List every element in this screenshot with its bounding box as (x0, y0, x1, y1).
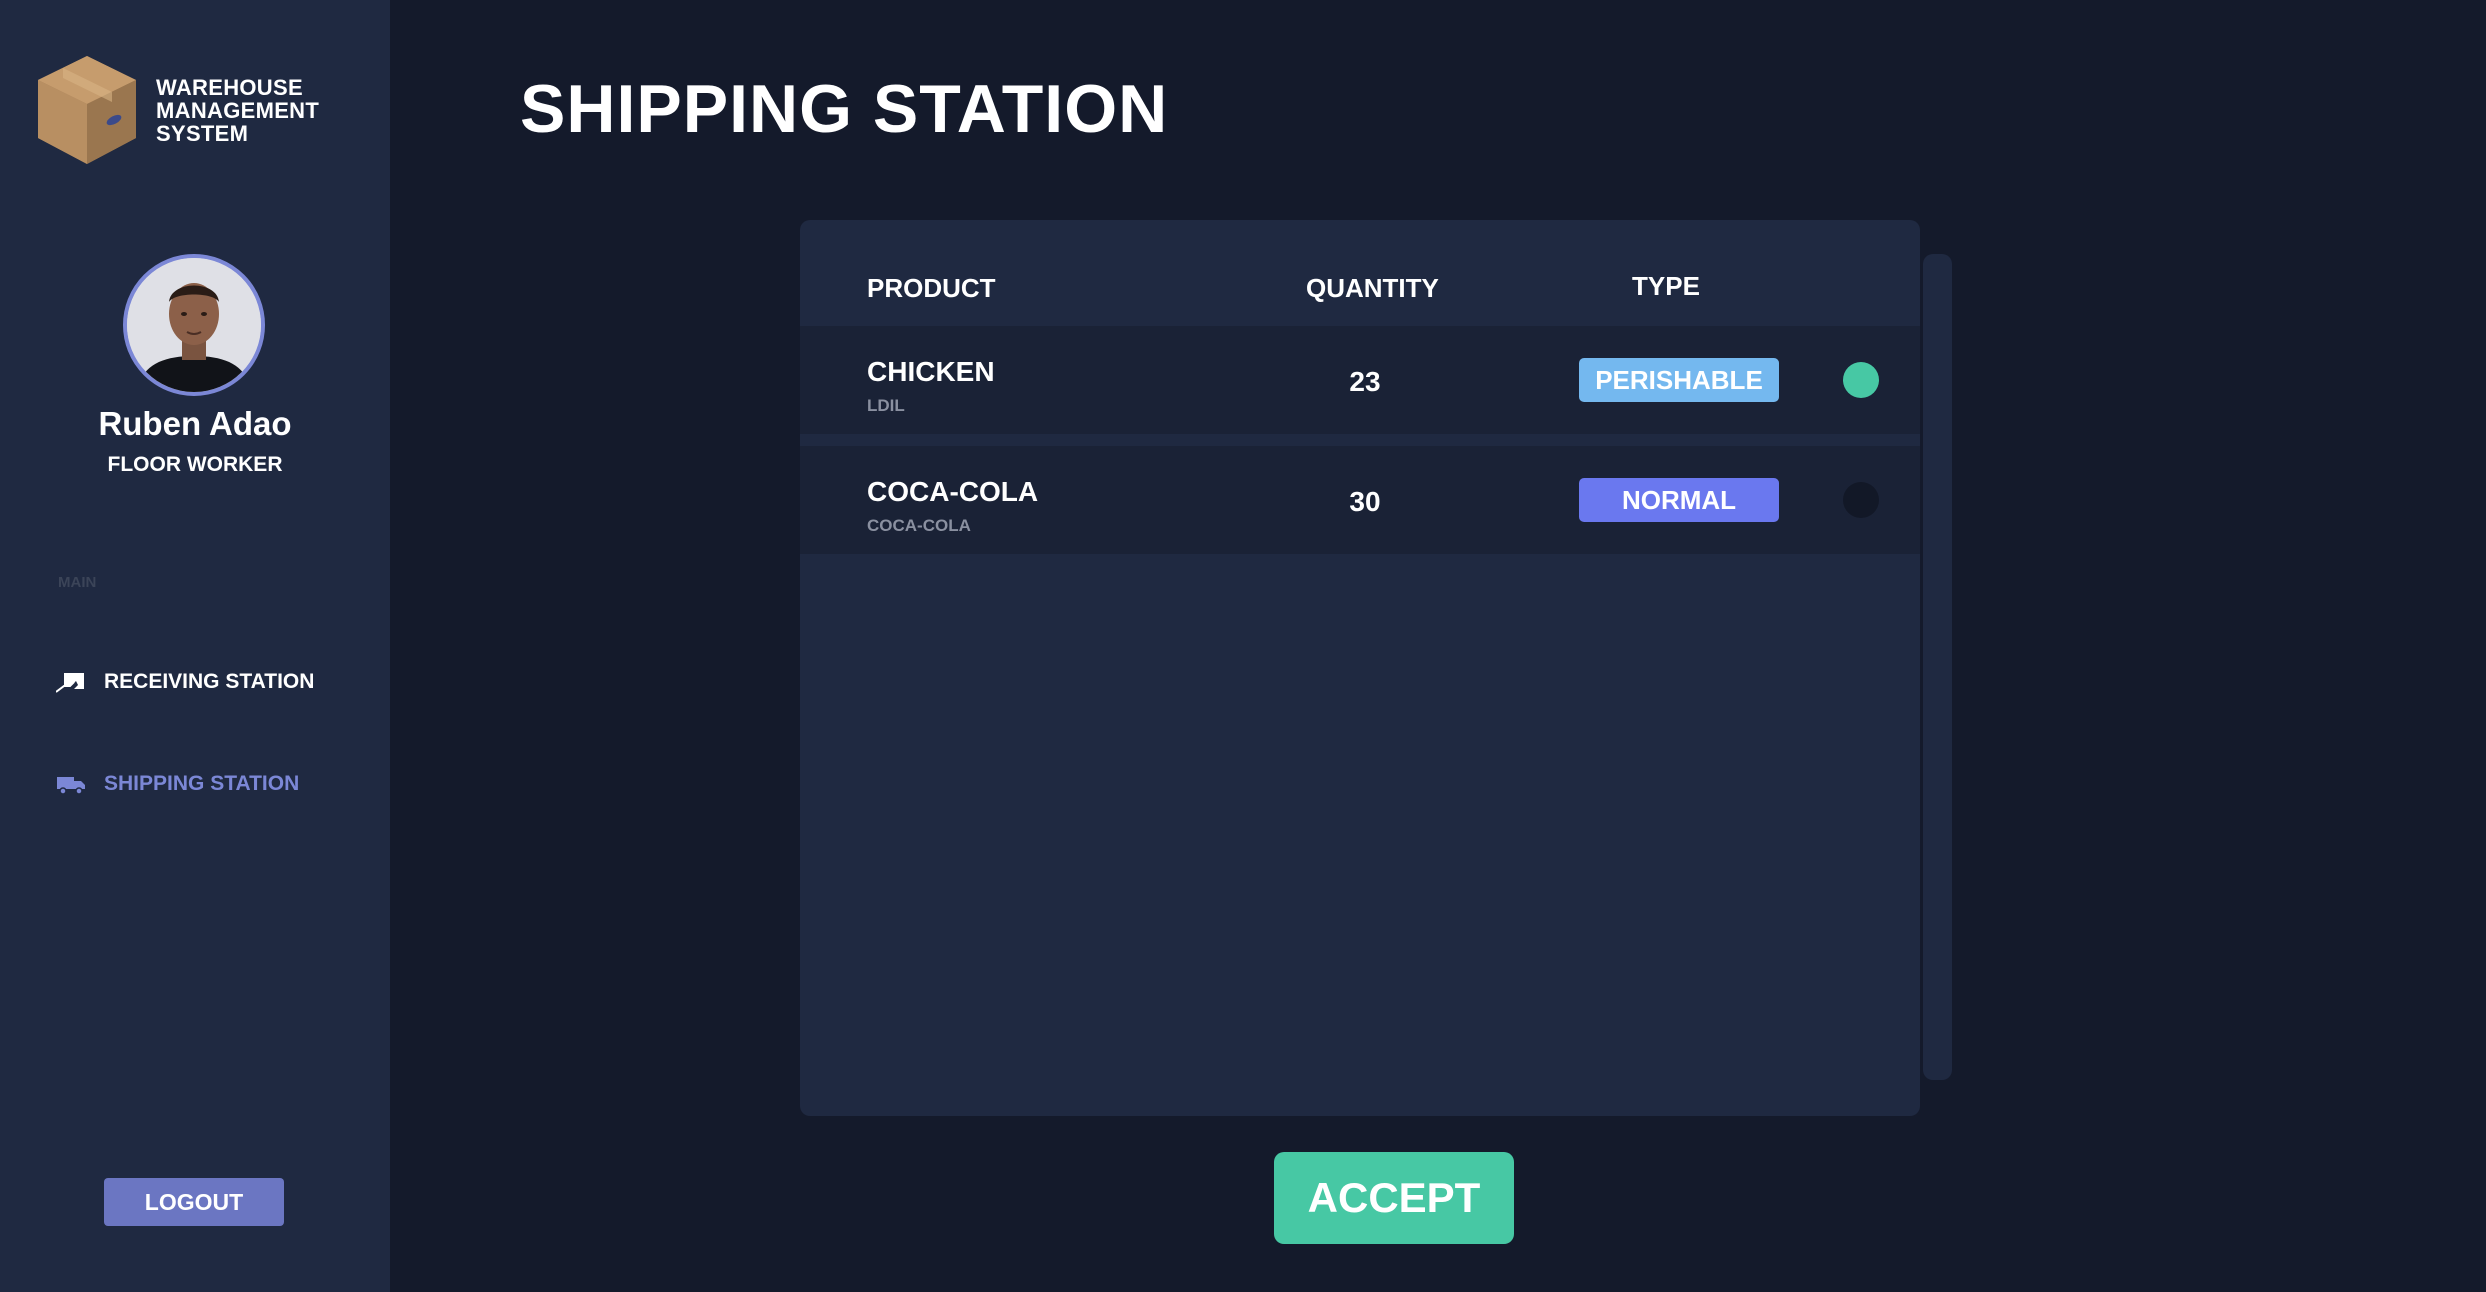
cardboard-box-icon (38, 56, 136, 164)
table-row[interactable]: COCA-COLA COCA-COLA 30 NORMAL (800, 446, 1920, 554)
row-select-radio[interactable] (1843, 482, 1879, 518)
product-name: CHICKEN (867, 356, 995, 387)
page-title: SHIPPING STATION (520, 71, 1169, 147)
table-row[interactable]: CHICKEN LDIL 23 PERISHABLE (800, 326, 1920, 434)
receiving-icon (56, 670, 88, 694)
nav-section-label: MAIN (58, 574, 97, 591)
product-name: COCA-COLA (867, 476, 1039, 507)
sidebar: WAREHOUSE MANAGEMENT SYSTEM Ruben Adao F… (0, 0, 390, 1292)
brand-title: WAREHOUSE MANAGEMENT SYSTEM (156, 76, 319, 145)
brand: WAREHOUSE MANAGEMENT SYSTEM (36, 54, 319, 166)
brand-line-3: SYSTEM (156, 120, 249, 146)
table-header: PRODUCT QUANTITY TYPE (800, 220, 1920, 326)
column-header-type: TYPE (1632, 271, 1700, 301)
app-root: WAREHOUSE MANAGEMENT SYSTEM Ruben Adao F… (0, 0, 2486, 1292)
user-name: Ruben Adao (98, 405, 292, 442)
sidebar-item-label: RECEIVING STATION (104, 670, 315, 693)
row-select-radio[interactable] (1843, 362, 1879, 398)
column-header-quantity: QUANTITY (1306, 273, 1439, 303)
user-photo (127, 258, 261, 392)
table-scrollbar[interactable] (1923, 254, 1952, 1080)
sidebar-item-receiving-station[interactable]: RECEIVING STATION (56, 670, 314, 694)
column-header-product: PRODUCT (867, 273, 996, 303)
sidebar-item-label: SHIPPING STATION (104, 772, 300, 795)
sidebar-item-shipping-station[interactable]: SHIPPING STATION (56, 772, 299, 796)
product-brand: LDIL (867, 396, 905, 415)
product-brand: COCA-COLA (867, 516, 971, 535)
logout-button[interactable]: LOGOUT (104, 1178, 284, 1226)
brand-line-1: WAREHOUSE (156, 74, 303, 100)
accept-button[interactable]: ACCEPT (1274, 1152, 1514, 1244)
user-role: FLOOR WORKER (107, 453, 283, 476)
avatar (123, 254, 265, 396)
type-badge-normal: NORMAL (1579, 478, 1779, 522)
product-quantity: 30 (1349, 486, 1381, 517)
truck-icon (56, 772, 88, 796)
shipping-table: PRODUCT QUANTITY TYPE CHICKEN LDIL 23 PE… (800, 220, 1920, 1116)
product-quantity: 23 (1349, 366, 1381, 397)
brand-line-2: MANAGEMENT (156, 97, 320, 123)
type-badge-perishable: PERISHABLE (1579, 358, 1779, 402)
